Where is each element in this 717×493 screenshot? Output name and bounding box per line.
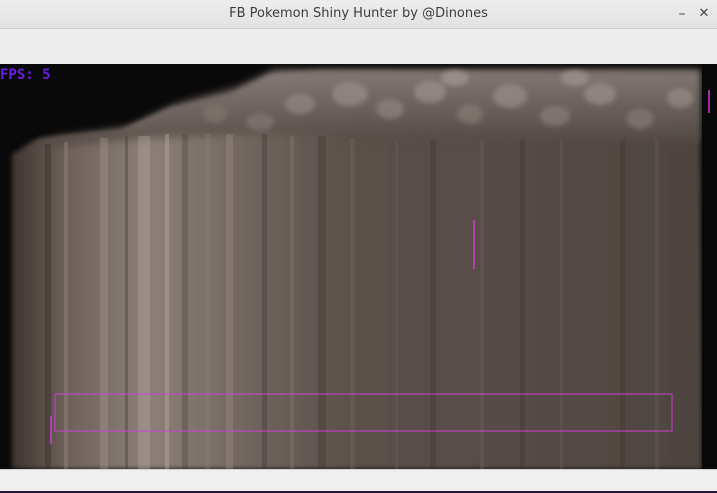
viewport-border <box>702 64 717 469</box>
rock-top <box>20 70 700 148</box>
game-scene <box>12 64 717 469</box>
window-title: FB Pokemon Shiny Hunter by @Dinones <box>229 6 488 21</box>
toolbar-area <box>0 29 717 64</box>
fps-counter: FPS: 5 <box>0 67 51 83</box>
title-bar[interactable]: FB Pokemon Shiny Hunter by @Dinones – ✕ <box>0 0 717 29</box>
app-window: FB Pokemon Shiny Hunter by @Dinones – ✕ <box>0 0 717 491</box>
minimize-button[interactable]: – <box>672 4 692 24</box>
close-button[interactable]: ✕ <box>694 4 714 24</box>
status-bar <box>0 469 717 491</box>
game-viewport: FPS: 5 <box>0 64 717 469</box>
